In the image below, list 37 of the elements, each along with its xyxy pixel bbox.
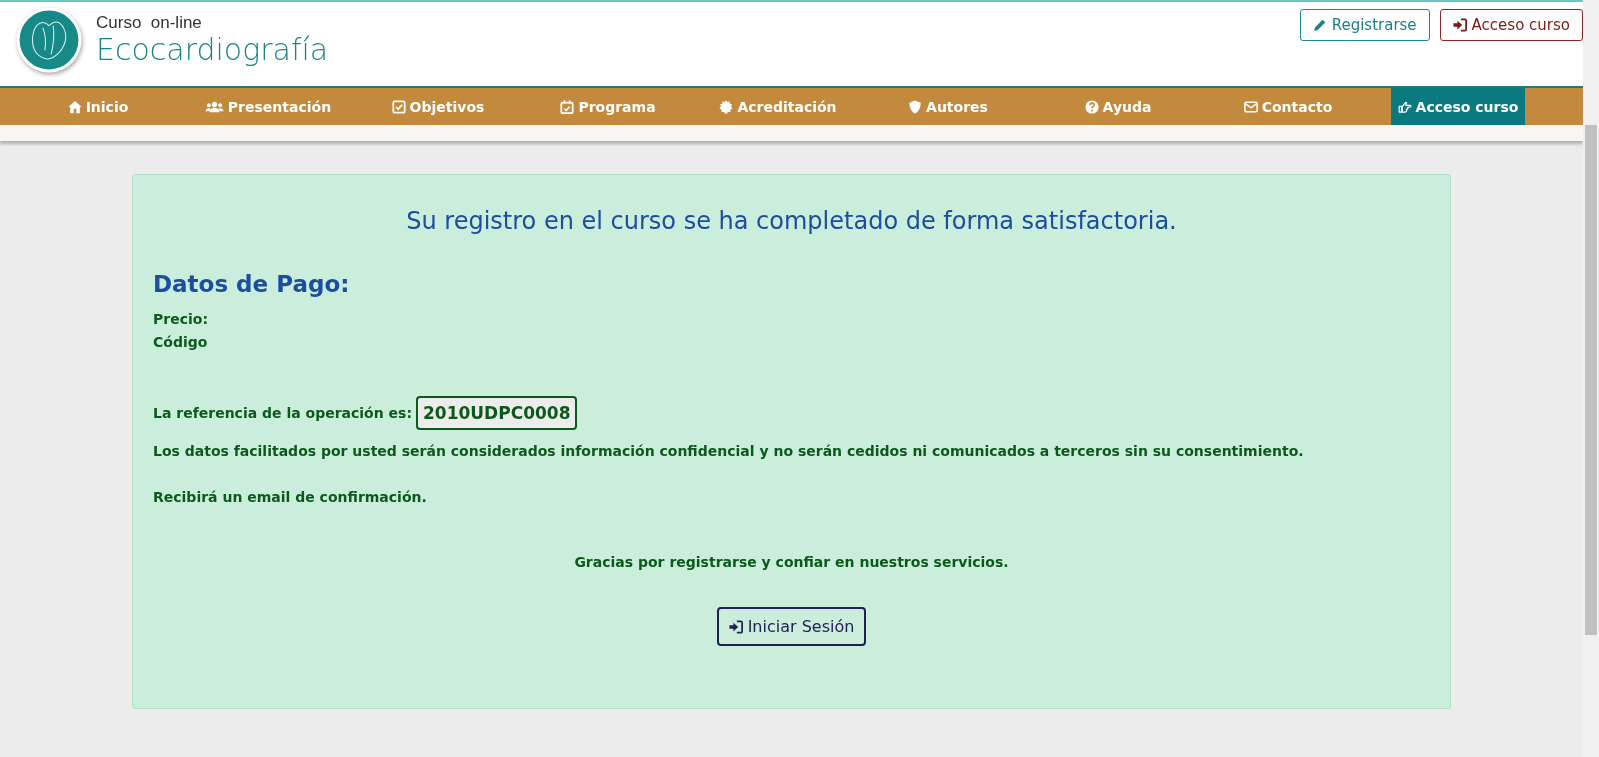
help-icon bbox=[1084, 99, 1099, 114]
nav-link[interactable]: Presentación bbox=[197, 88, 339, 125]
site-subtitle: Curso on-line bbox=[96, 13, 203, 33]
heart-logo bbox=[16, 7, 82, 73]
nav-link[interactable]: Programa bbox=[553, 88, 663, 125]
sign-in-icon bbox=[1452, 18, 1467, 32]
nav-link[interactable]: Inicio bbox=[60, 88, 136, 125]
badge-icon bbox=[719, 99, 734, 114]
thanks-message: Gracias por registrarse y confiar en nuestros servicios. bbox=[573, 554, 1010, 570]
price-label: Precio: bbox=[153, 311, 209, 327]
reference-code: 2010UDPC0008 bbox=[416, 396, 578, 430]
confirmation-heading: Su registro en el curso se ha completado de forma satisfactoria. bbox=[405, 207, 1178, 235]
privacy-note: Los datos facilitados por usted serán considerados información confidencial y no serán cedidos ni comunicados a terceros sin su consentimiento. bbox=[153, 443, 1305, 459]
nav-link[interactable]: Acreditación bbox=[712, 88, 844, 125]
pencil-icon bbox=[1312, 18, 1327, 32]
course-access-button[interactable]: Acceso curso bbox=[1439, 9, 1583, 41]
code-label: Código bbox=[153, 334, 209, 350]
scrollbar[interactable] bbox=[1583, 0, 1599, 757]
calendar-icon bbox=[560, 99, 575, 114]
email-note: Recibirá un email de confirmación. bbox=[153, 489, 428, 505]
sign-in-icon bbox=[728, 619, 743, 634]
checkbox-icon bbox=[391, 99, 406, 114]
login-button[interactable]: Iniciar Sesión bbox=[716, 607, 867, 646]
nav-link[interactable]: Ayuda bbox=[1077, 88, 1159, 125]
nav-link[interactable]: Acceso curso bbox=[1390, 88, 1526, 125]
payment-title: Datos de Pago: bbox=[153, 271, 351, 297]
site-title: Ecocardiografía bbox=[96, 33, 329, 66]
nav-link[interactable]: Objetivos bbox=[384, 88, 492, 125]
envelope-icon bbox=[1243, 99, 1258, 114]
register-button[interactable]: Registrarse bbox=[1299, 9, 1430, 41]
nav-link[interactable]: Contacto bbox=[1236, 88, 1340, 125]
nav-link[interactable]: Autores bbox=[901, 88, 995, 125]
shield-icon bbox=[908, 99, 923, 114]
reference-label: La referencia de la operación es: bbox=[153, 405, 412, 421]
home-icon bbox=[67, 99, 82, 114]
pointing-hand-icon bbox=[1397, 99, 1412, 114]
users-icon bbox=[204, 99, 224, 114]
